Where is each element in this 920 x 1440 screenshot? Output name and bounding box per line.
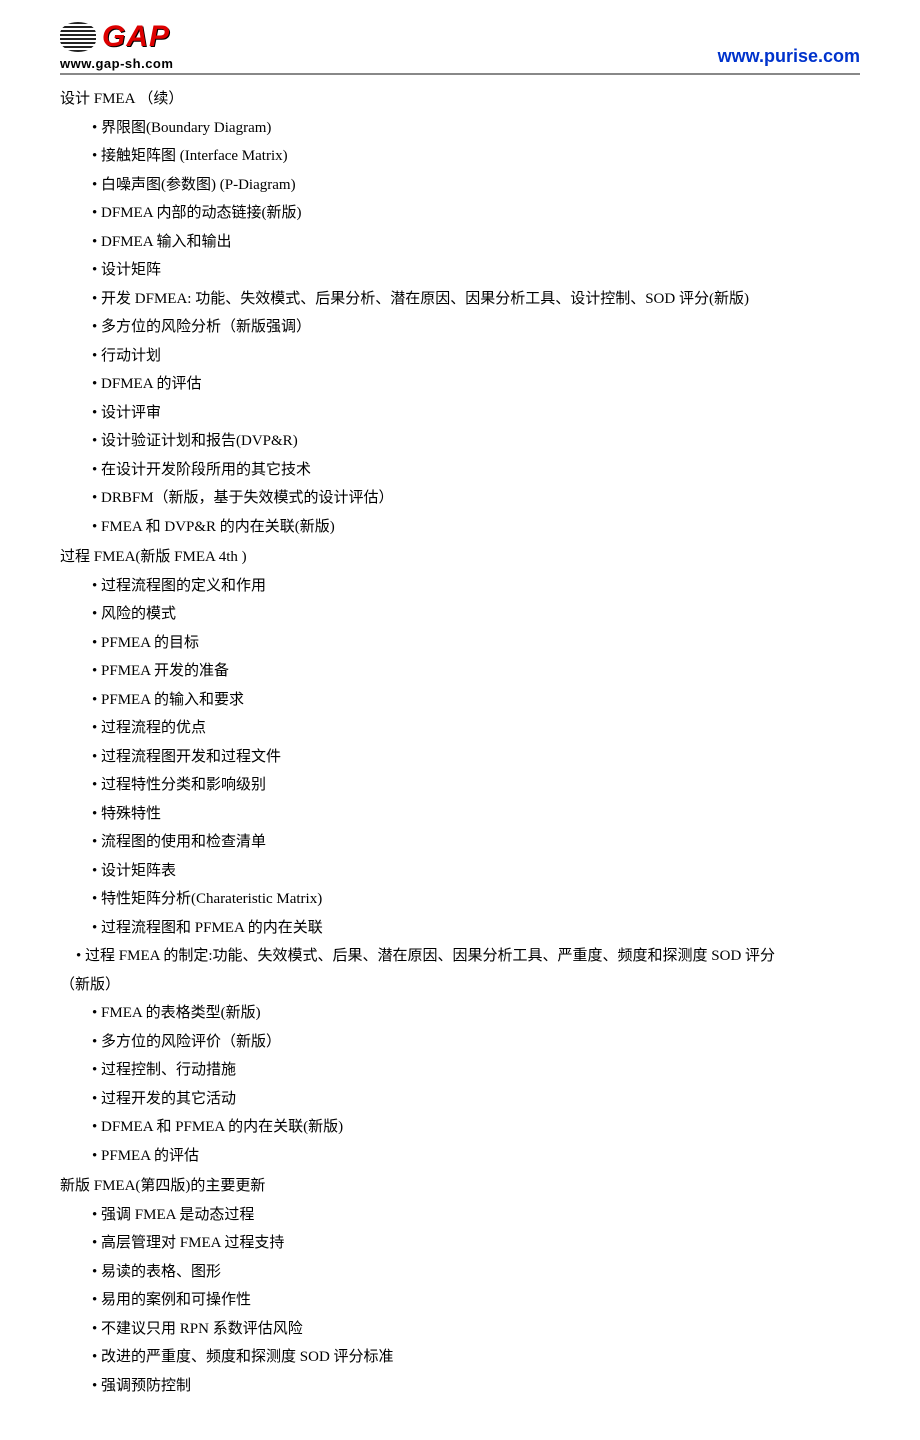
list-item: 过程流程的优点 bbox=[60, 714, 860, 743]
list-item: 过程流程图开发和过程文件 bbox=[60, 743, 860, 772]
page-header: GAP www.gap-sh.com www.purise.com bbox=[60, 20, 860, 75]
section3-list: 强调 FMEA 是动态过程高层管理对 FMEA 过程支持易读的表格、图形易用的案… bbox=[60, 1201, 860, 1401]
list-item: FMEA 和 DVP&R 的内在关联(新版) bbox=[60, 513, 860, 542]
list-item: DRBFM（新版，基于失效模式的设计评估） bbox=[60, 484, 860, 513]
section2-list-a: 过程流程图的定义和作用风险的模式PFMEA 的目标PFMEA 开发的准备PFME… bbox=[60, 572, 860, 943]
list-item: 强调 FMEA 是动态过程 bbox=[60, 1201, 860, 1230]
list-item: 设计验证计划和报告(DVP&R) bbox=[60, 427, 860, 456]
list-item: PFMEA 的目标 bbox=[60, 629, 860, 658]
document-content: 设计 FMEA （续） 界限图(Boundary Diagram)接触矩阵图 (… bbox=[60, 85, 860, 1400]
list-item: DFMEA 输入和输出 bbox=[60, 228, 860, 257]
list-item: 不建议只用 RPN 系数评估风险 bbox=[60, 1315, 860, 1344]
list-item: 特性矩阵分析(Charateristic Matrix) bbox=[60, 885, 860, 914]
list-item: 流程图的使用和检查清单 bbox=[60, 828, 860, 857]
list-item-continuation: （新版） bbox=[60, 971, 860, 1000]
list-item: DFMEA 和 PFMEA 的内在关联(新版) bbox=[60, 1113, 860, 1142]
list-item: 过程流程图和 PFMEA 的内在关联 bbox=[60, 914, 860, 943]
list-item: 多方位的风险评价（新版） bbox=[60, 1028, 860, 1057]
list-item: DFMEA 内部的动态链接(新版) bbox=[60, 199, 860, 228]
list-item: DFMEA 的评估 bbox=[60, 370, 860, 399]
list-item: 界限图(Boundary Diagram) bbox=[60, 114, 860, 143]
list-item: 高层管理对 FMEA 过程支持 bbox=[60, 1229, 860, 1258]
list-item: 过程特性分类和影响级别 bbox=[60, 771, 860, 800]
logo-image: GAP bbox=[60, 20, 170, 54]
list-item: 设计矩阵 bbox=[60, 256, 860, 285]
list-item-long: 过程 FMEA 的制定:功能、失效模式、后果、潜在原因、因果分析工具、严重度、频… bbox=[60, 942, 860, 971]
logo-url: www.gap-sh.com bbox=[60, 56, 173, 71]
list-item: 设计评审 bbox=[60, 399, 860, 428]
list-item: 白噪声图(参数图) (P-Diagram) bbox=[60, 171, 860, 200]
list-item: 开发 DFMEA: 功能、失效模式、后果分析、潜在原因、因果分析工具、设计控制、… bbox=[60, 285, 860, 314]
logo-block: GAP www.gap-sh.com bbox=[60, 20, 173, 71]
list-item: PFMEA 的输入和要求 bbox=[60, 686, 860, 715]
list-item-text: 过程 FMEA 的制定:功能、失效模式、后果、潜在原因、因果分析工具、严重度、频… bbox=[60, 948, 775, 964]
list-item: 过程控制、行动措施 bbox=[60, 1056, 860, 1085]
list-item: 易读的表格、图形 bbox=[60, 1258, 860, 1287]
section2-list-b: FMEA 的表格类型(新版)多方位的风险评价（新版）过程控制、行动措施过程开发的… bbox=[60, 999, 860, 1170]
list-item: FMEA 的表格类型(新版) bbox=[60, 999, 860, 1028]
section-title: 新版 FMEA(第四版)的主要更新 bbox=[60, 1172, 860, 1201]
list-item: 多方位的风险分析（新版强调） bbox=[60, 313, 860, 342]
list-item: 过程开发的其它活动 bbox=[60, 1085, 860, 1114]
header-right-url: www.purise.com bbox=[718, 46, 860, 71]
section-title: 过程 FMEA(新版 FMEA 4th ) bbox=[60, 543, 860, 572]
list-item: PFMEA 开发的准备 bbox=[60, 657, 860, 686]
list-item: 强调预防控制 bbox=[60, 1372, 860, 1401]
logo-text: GAP bbox=[102, 20, 170, 54]
list-item: 过程流程图的定义和作用 bbox=[60, 572, 860, 601]
logo-stripes-icon bbox=[60, 22, 96, 52]
list-item: 易用的案例和可操作性 bbox=[60, 1286, 860, 1315]
list-item: 在设计开发阶段所用的其它技术 bbox=[60, 456, 860, 485]
section-title: 设计 FMEA （续） bbox=[60, 85, 860, 114]
list-item: PFMEA 的评估 bbox=[60, 1142, 860, 1171]
list-item: 设计矩阵表 bbox=[60, 857, 860, 886]
list-item: 行动计划 bbox=[60, 342, 860, 371]
list-item: 接触矩阵图 (Interface Matrix) bbox=[60, 142, 860, 171]
list-item: 风险的模式 bbox=[60, 600, 860, 629]
section1-list: 界限图(Boundary Diagram)接触矩阵图 (Interface Ma… bbox=[60, 114, 860, 542]
list-item: 特殊特性 bbox=[60, 800, 860, 829]
list-item: 改进的严重度、频度和探测度 SOD 评分标准 bbox=[60, 1343, 860, 1372]
document-page: GAP www.gap-sh.com www.purise.com 设计 FME… bbox=[0, 0, 920, 1440]
